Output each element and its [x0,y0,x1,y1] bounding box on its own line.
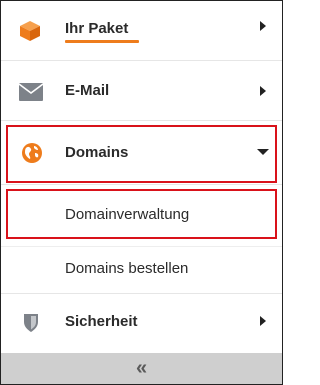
menu-item-ihr-paket[interactable]: Ihr Paket [1,1,282,61]
submenu-item-domains-bestellen[interactable]: Domains bestellen [1,247,282,294]
shield-icon [23,313,39,338]
highlight-box-domainverwaltung [6,189,277,239]
double-chevron-left-icon: « [135,357,148,379]
menu-item-sicherheit[interactable]: Sicherheit [1,294,282,353]
active-indicator [65,40,139,43]
chevron-right-icon [260,86,266,96]
menu-item-label: Sicherheit [65,313,138,330]
menu-item-label: Ihr Paket [65,20,129,37]
chevron-right-icon [260,316,266,326]
menu-item-e-mail[interactable]: E-Mail [1,61,282,121]
package-icon [19,20,41,47]
collapse-menu-button[interactable]: « [1,353,282,384]
submenu-item-label: Domains bestellen [65,260,189,277]
envelope-icon [18,83,44,106]
chevron-right-icon [260,21,266,31]
highlight-box-domains [6,125,277,183]
navigation-menu: Ihr Paket E-Mail Domains Domainverwaltun… [0,0,283,385]
menu-item-label: E-Mail [65,82,110,99]
